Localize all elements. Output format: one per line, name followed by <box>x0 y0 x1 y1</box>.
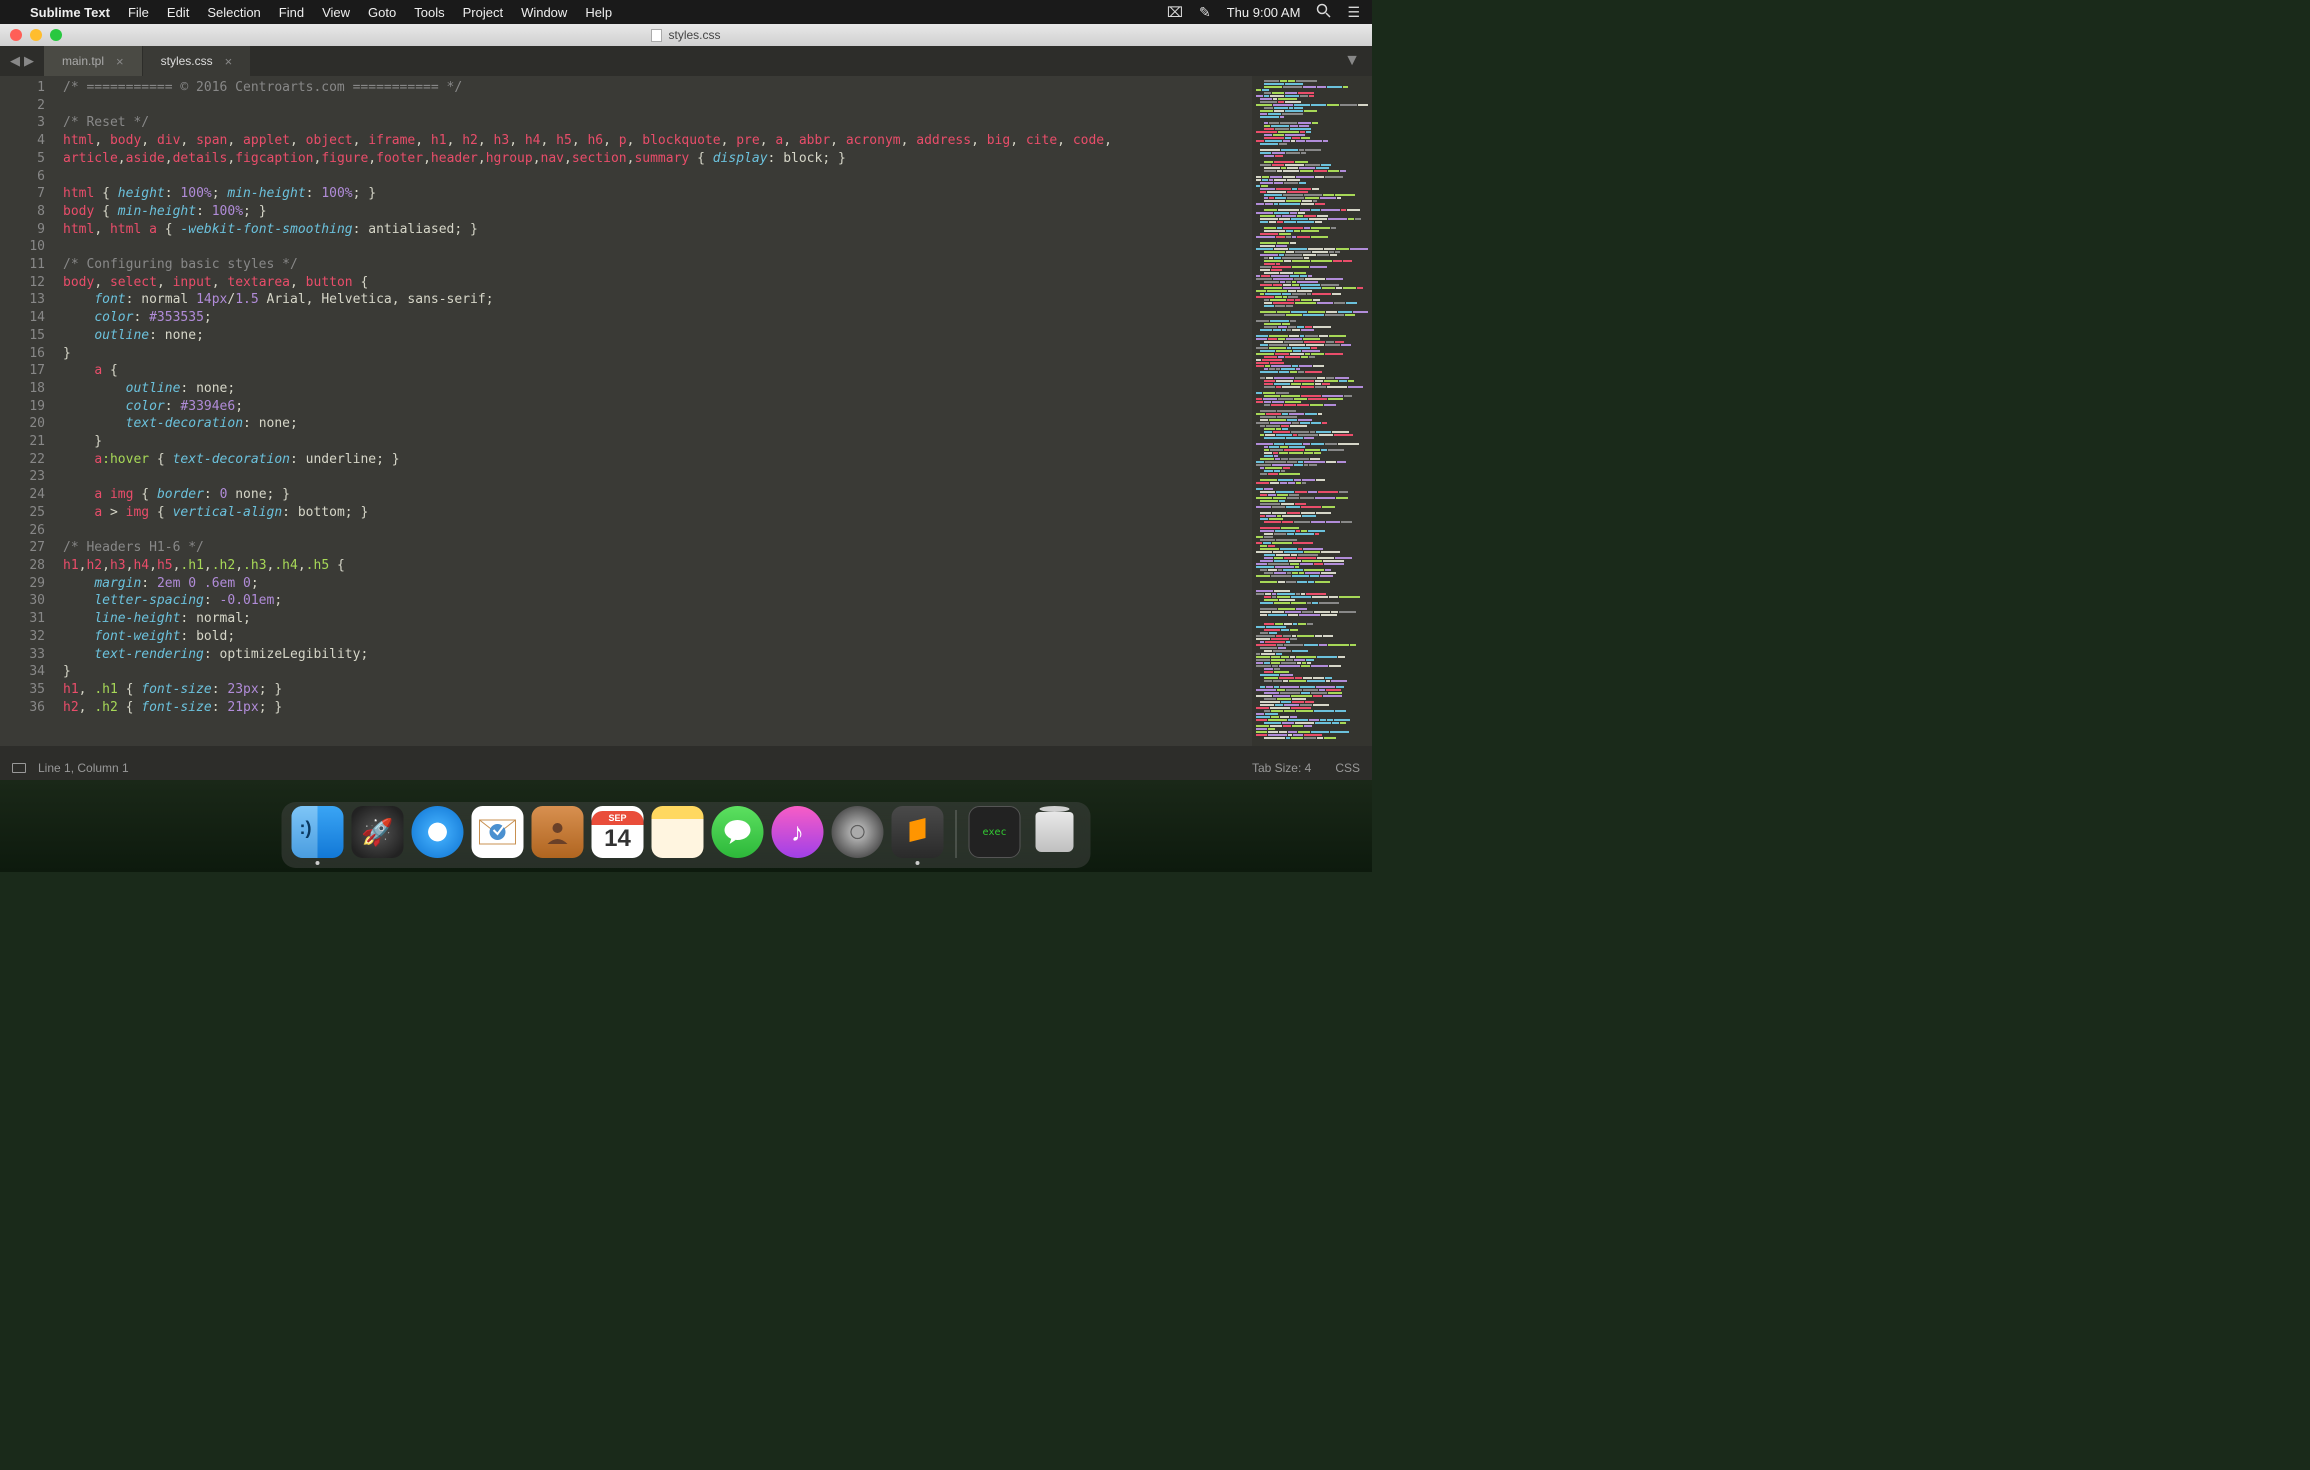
tray-icon-1[interactable]: ⌧ <box>1167 4 1183 21</box>
clock[interactable]: Thu 9:00 AM <box>1227 5 1301 20</box>
line-number-gutter: 1234567891011121314151617181920212223242… <box>0 76 55 746</box>
notification-center-icon[interactable]: ☰ <box>1347 4 1360 21</box>
menu-edit[interactable]: Edit <box>167 5 189 20</box>
window-titlebar: styles.css <box>0 24 1372 46</box>
dock: 🚀 SEP 14 ♪ exec <box>282 802 1091 868</box>
dock-calendar[interactable]: SEP 14 <box>592 806 644 858</box>
history-back-icon[interactable]: ◀ <box>10 53 20 69</box>
dock-messages[interactable] <box>712 806 764 858</box>
dock-system-preferences[interactable] <box>832 806 884 858</box>
dock-trash[interactable] <box>1029 806 1081 858</box>
dock-itunes[interactable]: ♪ <box>772 806 824 858</box>
menu-file[interactable]: File <box>128 5 149 20</box>
dock-notes[interactable] <box>652 806 704 858</box>
menu-view[interactable]: View <box>322 5 350 20</box>
syntax-selector[interactable]: CSS <box>1335 761 1360 775</box>
tab-label: main.tpl <box>62 54 104 68</box>
window-minimize-button[interactable] <box>30 29 42 41</box>
dock-finder[interactable] <box>292 806 344 858</box>
minimap[interactable] <box>1252 76 1372 746</box>
statusbar: Line 1, Column 1 Tab Size: 4 CSS <box>0 756 1372 780</box>
tray-icon-2[interactable]: ✎ <box>1199 4 1211 21</box>
dock-mail[interactable] <box>472 806 524 858</box>
terminal-label: exec <box>982 827 1006 838</box>
tab-overflow-dropdown[interactable]: ▼ <box>1332 46 1372 76</box>
tab-size-selector[interactable]: Tab Size: 4 <box>1252 761 1311 775</box>
tab-main-tpl[interactable]: main.tpl × <box>44 46 143 76</box>
calendar-month: SEP <box>592 811 644 825</box>
menu-find[interactable]: Find <box>279 5 304 20</box>
window-title: styles.css <box>668 28 720 42</box>
menu-tools[interactable]: Tools <box>414 5 444 20</box>
calendar-day: 14 <box>604 825 631 853</box>
macos-menubar: Sublime Text File Edit Selection Find Vi… <box>0 0 1372 24</box>
dock-sublime-text[interactable] <box>892 806 944 858</box>
editor: 1234567891011121314151617181920212223242… <box>0 76 1372 746</box>
dock-contacts[interactable] <box>532 806 584 858</box>
spotlight-icon[interactable] <box>1316 3 1331 21</box>
tab-styles-css[interactable]: styles.css × <box>143 46 252 76</box>
code-area[interactable]: /* =========== © 2016 Centroarts.com ===… <box>55 76 1252 746</box>
window-close-button[interactable] <box>10 29 22 41</box>
document-icon <box>651 29 662 42</box>
menu-help[interactable]: Help <box>585 5 612 20</box>
history-forward-icon[interactable]: ▶ <box>24 53 34 69</box>
dock-safari[interactable] <box>412 806 464 858</box>
tab-close-icon[interactable]: × <box>225 54 233 69</box>
window-maximize-button[interactable] <box>50 29 62 41</box>
dock-separator <box>956 810 957 858</box>
cursor-position: Line 1, Column 1 <box>38 761 129 775</box>
app-menu[interactable]: Sublime Text <box>30 5 110 20</box>
menu-goto[interactable]: Goto <box>368 5 396 20</box>
tab-close-icon[interactable]: × <box>116 54 124 69</box>
menu-selection[interactable]: Selection <box>207 5 260 20</box>
panel-switcher-icon[interactable] <box>12 763 26 773</box>
menu-window[interactable]: Window <box>521 5 567 20</box>
horizontal-scrollbar[interactable] <box>0 746 1372 756</box>
tab-label: styles.css <box>161 54 213 68</box>
dock-launchpad[interactable]: 🚀 <box>352 806 404 858</box>
dock-terminal[interactable]: exec <box>969 806 1021 858</box>
editor-tabbar: ◀ ▶ main.tpl × styles.css × ▼ <box>0 46 1372 76</box>
menu-project[interactable]: Project <box>463 5 503 20</box>
